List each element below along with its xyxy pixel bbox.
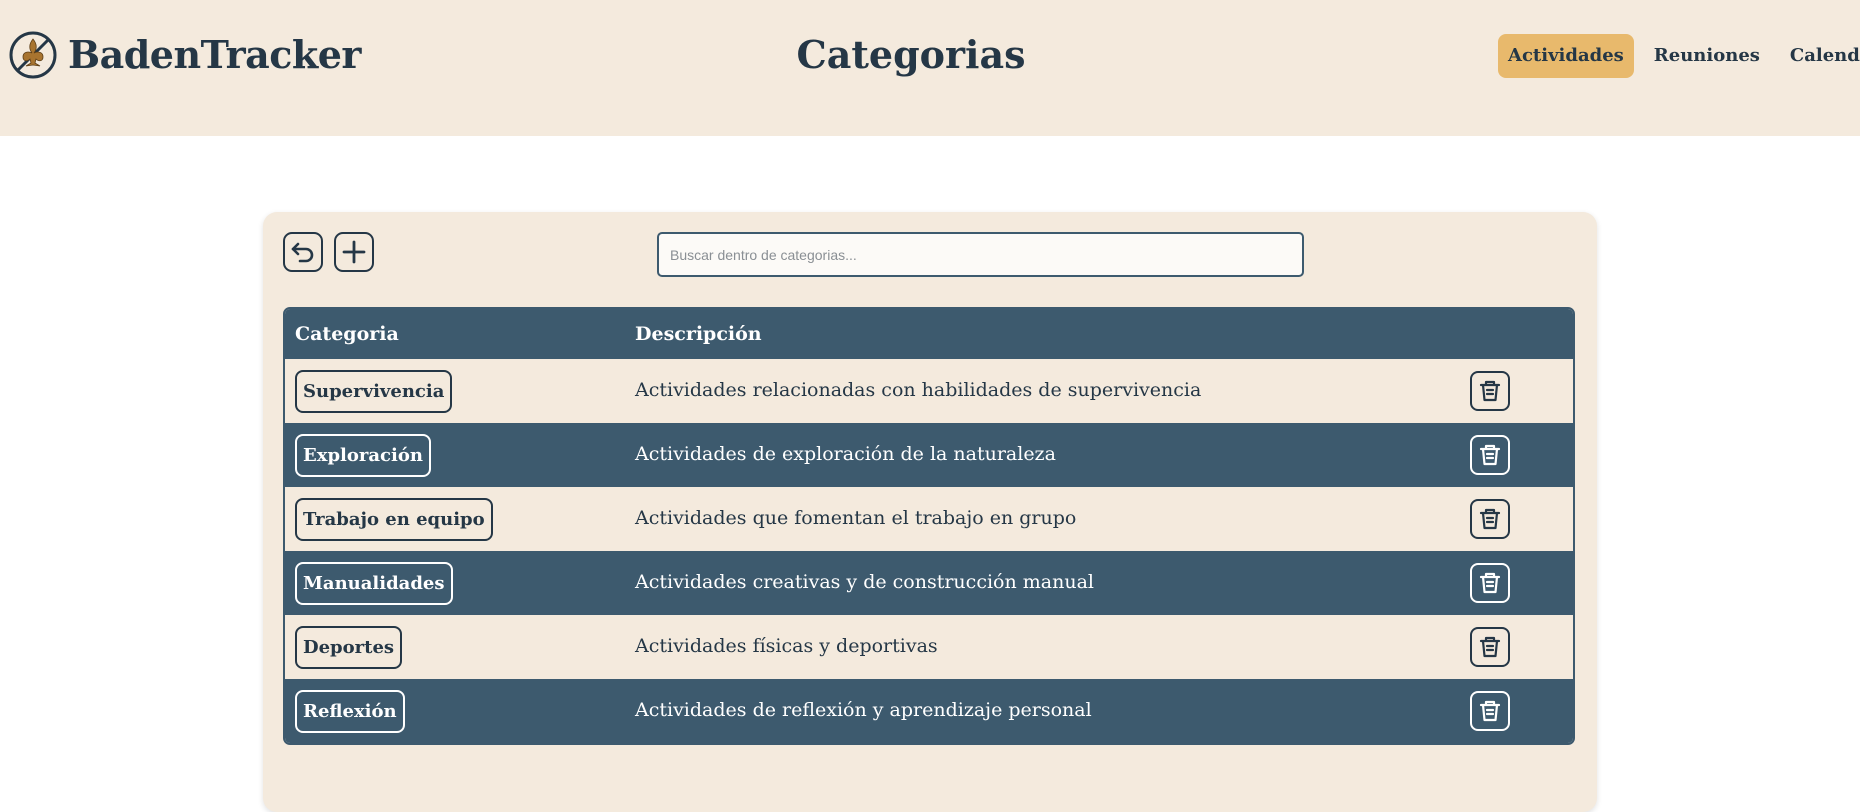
- delete-button[interactable]: [1470, 691, 1510, 731]
- trash-icon: [1479, 444, 1501, 466]
- delete-button[interactable]: [1470, 435, 1510, 475]
- trash-icon: [1479, 700, 1501, 722]
- top-header: BadenTracker Categorias Actividades Reun…: [0, 0, 1860, 136]
- category-button[interactable]: Reflexión: [295, 690, 405, 733]
- delete-button[interactable]: [1470, 499, 1510, 539]
- category-button[interactable]: Trabajo en equipo: [295, 498, 493, 541]
- category-button[interactable]: Deportes: [295, 626, 403, 669]
- nav-item-calendario[interactable]: Calendario: [1780, 34, 1860, 78]
- category-button[interactable]: Supervivencia: [295, 370, 453, 413]
- table-row: Manualidades Actividades creativas y de …: [285, 551, 1573, 615]
- add-category-button[interactable]: [334, 232, 374, 272]
- nav-item-reuniones[interactable]: Reuniones: [1644, 34, 1770, 78]
- trash-icon: [1479, 508, 1501, 530]
- categories-table: Categoria Descripción Supervivencia Acti…: [283, 307, 1575, 745]
- back-button[interactable]: [283, 232, 323, 272]
- table-row: Trabajo en equipo Actividades que foment…: [285, 487, 1573, 551]
- nav-item-actividades[interactable]: Actividades: [1498, 34, 1634, 78]
- category-description: Actividades físicas y deportivas: [635, 635, 938, 657]
- column-header-descripcion: Descripción: [635, 323, 762, 345]
- table-row: Deportes Actividades físicas y deportiva…: [285, 615, 1573, 679]
- column-header-categoria: Categoria: [295, 323, 399, 345]
- table-header: Categoria Descripción: [285, 309, 1573, 359]
- category-description: Actividades relacionadas con habilidades…: [635, 379, 1202, 401]
- table-row: Exploración Actividades de exploración d…: [285, 423, 1573, 487]
- category-description: Actividades creativas y de construcción …: [635, 571, 1094, 593]
- category-description: Actividades de reflexión y aprendizaje p…: [635, 699, 1092, 721]
- categories-card: Categoria Descripción Supervivencia Acti…: [263, 212, 1597, 812]
- delete-button[interactable]: [1470, 563, 1510, 603]
- main-nav: Actividades Reuniones Calendario: [1498, 34, 1860, 78]
- trash-icon: [1479, 380, 1501, 402]
- undo-arrow-icon: [291, 242, 314, 263]
- plus-icon: [342, 240, 366, 264]
- delete-button[interactable]: [1470, 627, 1510, 667]
- table-row: Reflexión Actividades de reflexión y apr…: [285, 679, 1573, 743]
- delete-button[interactable]: [1470, 371, 1510, 411]
- trash-icon: [1479, 572, 1501, 594]
- search-input[interactable]: [657, 232, 1304, 277]
- trash-icon: [1479, 636, 1501, 658]
- category-description: Actividades que fomentan el trabajo en g…: [635, 507, 1077, 529]
- category-button[interactable]: Manualidades: [295, 562, 453, 605]
- category-button[interactable]: Exploración: [295, 434, 431, 477]
- category-description: Actividades de exploración de la natural…: [635, 443, 1056, 465]
- table-row: Supervivencia Actividades relacionadas c…: [285, 359, 1573, 423]
